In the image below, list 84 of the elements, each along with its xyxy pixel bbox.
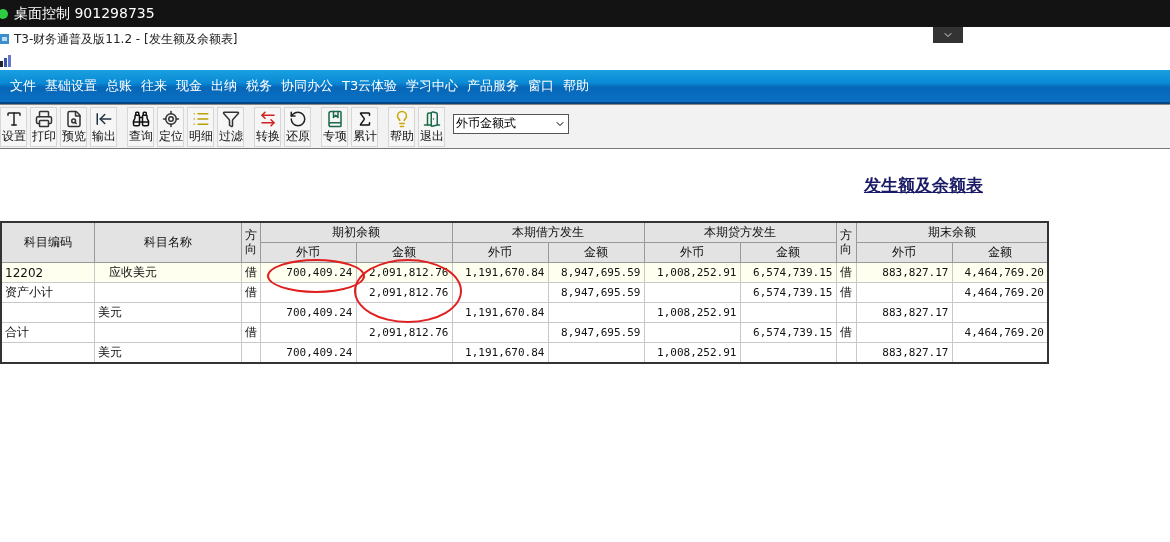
- column-header: 期初余额: [260, 222, 452, 243]
- menu-item[interactable]: 学习中心: [406, 77, 459, 95]
- menu-item[interactable]: T3云体验: [342, 77, 398, 95]
- toolbar-button[interactable]: 查询: [127, 106, 154, 147]
- table-row[interactable]: 合计 借 2,091,812.76 8,947,695.59 6,574,739.15 借 4,464,769.20: [1, 322, 1048, 343]
- table-cell: 1,008,252.91: [644, 302, 740, 323]
- toolbar-button[interactable]: 过滤: [217, 106, 244, 147]
- column-header: 科目名称: [94, 222, 241, 263]
- toolbar-button[interactable]: 专项: [321, 106, 348, 147]
- table-cell: 883,827.17: [856, 262, 952, 283]
- menu-item[interactable]: 基础设置: [45, 77, 97, 95]
- table-cell: 借: [836, 262, 856, 283]
- table-cell: 1,191,670.84: [452, 302, 548, 323]
- toolbar-button[interactable]: 明细: [187, 106, 214, 147]
- table-row[interactable]: 美元 700,409.24 1,191,670.84 1,008,252.91 883,827.17: [1, 302, 1048, 323]
- table-cell: 2,091,812.76: [356, 322, 452, 343]
- toolbar-button[interactable]: 定位: [157, 106, 184, 147]
- menu-item[interactable]: 往来: [141, 77, 167, 95]
- column-header: 本期贷方发生: [644, 222, 836, 243]
- table-cell: 资产小计: [1, 282, 94, 303]
- preview-icon: [64, 109, 83, 128]
- menu-item[interactable]: 税务: [246, 77, 272, 95]
- toolbar-button[interactable]: 累计: [351, 106, 378, 147]
- table-cell: 8,947,695.59: [548, 262, 644, 283]
- toolbar-button[interactable]: 设置: [0, 106, 27, 147]
- table-cell: 6,574,739.15: [740, 322, 836, 343]
- table-cell: 6,574,739.15: [740, 282, 836, 303]
- table-cell: 借: [241, 262, 260, 283]
- table-cell: 借: [241, 322, 260, 343]
- toolbar-button[interactable]: 打印: [30, 106, 57, 147]
- letter-icon: [4, 109, 23, 128]
- toolbar-button[interactable]: 预览: [60, 106, 87, 147]
- remote-title: 桌面控制 901298735: [14, 4, 155, 23]
- table-cell: 借: [836, 322, 856, 343]
- swap-arrows-icon: [258, 109, 277, 128]
- table-cell: 美元: [94, 302, 241, 323]
- table-cell: 8,947,695.59: [548, 282, 644, 303]
- app-icon: [0, 32, 10, 46]
- table-cell: 12202: [1, 262, 94, 283]
- table-cell: 1,191,670.84: [452, 262, 548, 283]
- table-cell: 1,008,252.91: [644, 262, 740, 283]
- menu-item[interactable]: 文件: [10, 77, 36, 95]
- table-cell: [836, 302, 856, 323]
- undo-icon: [288, 109, 307, 128]
- toolbar-button[interactable]: 还原: [284, 106, 311, 147]
- toolbar-button[interactable]: 帮助: [388, 106, 415, 147]
- table-cell: 借: [241, 282, 260, 303]
- table-cell: 合计: [1, 322, 94, 343]
- column-header: 方向: [836, 222, 856, 263]
- status-dot: [0, 8, 8, 19]
- binoculars-icon: [131, 109, 150, 128]
- collapse-tab[interactable]: [933, 27, 963, 43]
- menu-item[interactable]: 总账: [106, 77, 132, 95]
- menu-item[interactable]: 帮助: [563, 77, 590, 95]
- table-cell: 6,574,739.15: [740, 262, 836, 283]
- menu-item[interactable]: 出纳: [211, 77, 237, 95]
- table-cell: 应收美元: [94, 262, 241, 283]
- report-title: 发生额及余额表: [864, 173, 983, 197]
- table-row[interactable]: 美元 700,409.24 1,191,670.84 1,008,252.91 883,827.17: [1, 342, 1048, 363]
- locate-icon: [161, 109, 180, 128]
- column-header: 本期借方发生: [452, 222, 644, 243]
- window-title: T3-财务通普及版11.2 - [发生额及余额表]: [14, 30, 238, 48]
- column-header: 方向: [241, 222, 260, 263]
- table-cell: 883,827.17: [856, 302, 952, 323]
- toolbar-button[interactable]: 退出: [418, 106, 445, 147]
- table-cell: [241, 302, 260, 323]
- toolbar-button[interactable]: 输出: [90, 106, 117, 147]
- menu-item[interactable]: 窗口: [528, 77, 555, 95]
- printer-icon: [34, 109, 53, 128]
- table-cell: 借: [836, 282, 856, 303]
- column-header: 期末余额: [856, 222, 1048, 243]
- menu-item[interactable]: 产品服务: [467, 77, 520, 95]
- chart-icon: [0, 54, 13, 67]
- format-select[interactable]: 外币金额式: [453, 113, 569, 134]
- toolbar-button[interactable]: 转换: [254, 106, 281, 147]
- table-cell: 700,409.24: [260, 302, 356, 323]
- door-icon: [422, 109, 441, 128]
- book-icon: [325, 109, 344, 128]
- menu-item[interactable]: 现金: [176, 77, 202, 95]
- table-row[interactable]: 资产小计 借 2,091,812.76 8,947,695.59 6,574,739.15 借 4,464,769.20: [1, 282, 1048, 303]
- table-cell: 8,947,695.59: [548, 322, 644, 343]
- menu-item[interactable]: 协同办公: [281, 77, 333, 95]
- filter-icon: [221, 109, 240, 128]
- column-header: 科目编码: [1, 222, 94, 263]
